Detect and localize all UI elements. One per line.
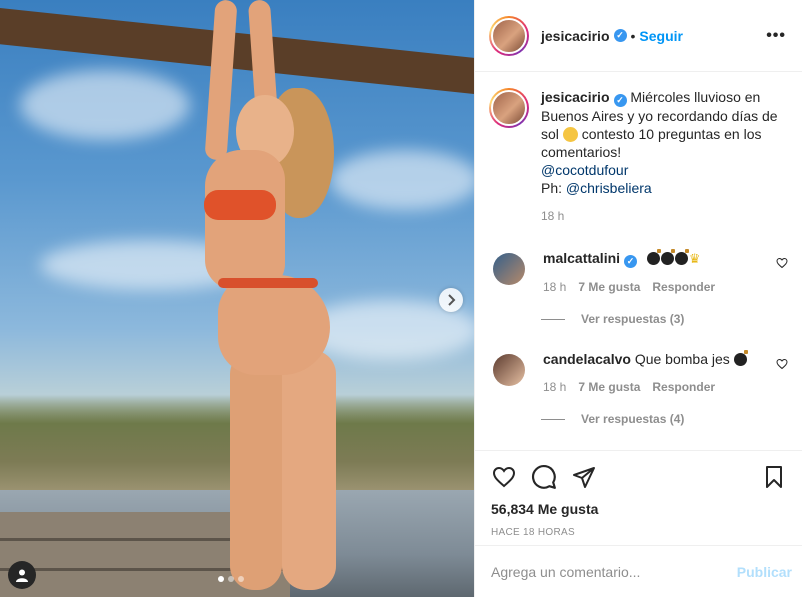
avatar[interactable] xyxy=(493,253,525,285)
like-comment-icon[interactable] xyxy=(776,358,788,370)
comment-icon[interactable] xyxy=(531,464,557,490)
comment-time: 18 h xyxy=(543,280,567,294)
carousel-dot xyxy=(218,576,224,582)
post-side-panel: jesicacirio ✓ • Seguir ••• jesicacirio ✓ … xyxy=(474,0,802,597)
view-replies-label: Ver respuestas (3) xyxy=(581,312,685,326)
comment-time: 18 h xyxy=(543,380,567,394)
next-photo-button[interactable] xyxy=(439,288,463,312)
follow-button[interactable]: Seguir xyxy=(639,28,683,44)
tagged-users-button[interactable] xyxy=(8,561,36,589)
avatar[interactable] xyxy=(489,88,529,128)
bomb-emoji-icon xyxy=(646,249,689,266)
post-timestamp: HACE 18 HORAS xyxy=(491,527,575,538)
like-icon[interactable] xyxy=(491,465,517,489)
comment-likes[interactable]: 7 Me gusta xyxy=(578,380,640,394)
caption: jesicacirio ✓ Miércoles lluvioso en Bueno… xyxy=(489,88,788,225)
reply-button[interactable]: Responder xyxy=(652,280,715,294)
author-username[interactable]: jesicacirio xyxy=(541,28,610,44)
caption-username[interactable]: jesicacirio xyxy=(541,89,610,105)
verified-icon: ✓ xyxy=(624,255,638,268)
view-replies-button[interactable]: Ver respuestas (4) xyxy=(541,412,788,426)
post-photo[interactable] xyxy=(0,0,474,597)
caption-body: jesicacirio ✓ Miércoles lluvioso en Bueno… xyxy=(541,88,788,225)
separator: • xyxy=(630,27,636,44)
comment-item: malcattalini ✓ ♛ 18 h 7 Me gusta Responde… xyxy=(489,249,788,294)
likes-count[interactable]: 56,834 Me gusta xyxy=(491,501,786,517)
mention-link[interactable]: @cocotdufour xyxy=(541,162,628,178)
like-comment-icon[interactable] xyxy=(776,257,788,269)
publish-button[interactable]: Publicar xyxy=(737,564,792,580)
cloud xyxy=(330,150,474,210)
carousel-dot xyxy=(238,576,244,582)
more-options-icon[interactable]: ••• xyxy=(766,27,786,45)
carousel-dot xyxy=(228,576,234,582)
cloud xyxy=(20,70,190,140)
chevron-right-icon xyxy=(448,294,456,306)
post-actions: 56,834 Me gusta HACE 18 HORAS xyxy=(475,450,802,538)
comment-text: Que bomba jes xyxy=(634,351,730,367)
bookmark-icon[interactable] xyxy=(762,464,786,490)
crown-emoji-icon: ♛ xyxy=(688,251,701,266)
user-icon xyxy=(16,569,28,582)
bikini-bottom xyxy=(218,278,318,288)
comments-list[interactable]: jesicacirio ✓ Miércoles lluvioso en Bueno… xyxy=(475,72,802,450)
mention-link[interactable]: @chrisbeliera xyxy=(566,180,652,196)
torso xyxy=(205,150,285,290)
share-icon[interactable] xyxy=(571,465,597,489)
post-modal: jesicacirio ✓ • Seguir ••• jesicacirio ✓ … xyxy=(0,0,802,597)
post-header: jesicacirio ✓ • Seguir ••• xyxy=(475,0,802,72)
comment-username[interactable]: malcattalini xyxy=(543,250,620,266)
arm xyxy=(204,0,238,161)
divider xyxy=(541,418,565,420)
comment-likes[interactable]: 7 Me gusta xyxy=(578,280,640,294)
bomb-emoji-icon xyxy=(733,350,748,366)
view-replies-button[interactable]: Ver respuestas (3) xyxy=(541,312,788,326)
smile-emoji-icon xyxy=(562,127,578,142)
divider xyxy=(541,318,565,320)
caption-time: 18 h xyxy=(541,209,565,223)
verified-icon: ✓ xyxy=(613,29,627,42)
add-comment-bar: Publicar xyxy=(475,545,802,597)
comment-item: candelacalvo Que bomba jes 18 h 7 Me gus… xyxy=(489,350,788,394)
avatar[interactable] xyxy=(493,354,525,386)
leg xyxy=(282,350,336,590)
credit-prefix: Ph: xyxy=(541,180,566,196)
leg xyxy=(230,350,282,590)
hips xyxy=(218,275,330,375)
verified-icon: ✓ xyxy=(613,94,627,107)
carousel-indicator xyxy=(218,576,244,582)
comment-input[interactable] xyxy=(491,563,737,580)
reply-button[interactable]: Responder xyxy=(652,380,715,394)
avatar[interactable] xyxy=(489,15,529,56)
bikini-top xyxy=(204,190,276,220)
view-replies-label: Ver respuestas (4) xyxy=(581,412,685,426)
comment-username[interactable]: candelacalvo xyxy=(543,351,631,367)
